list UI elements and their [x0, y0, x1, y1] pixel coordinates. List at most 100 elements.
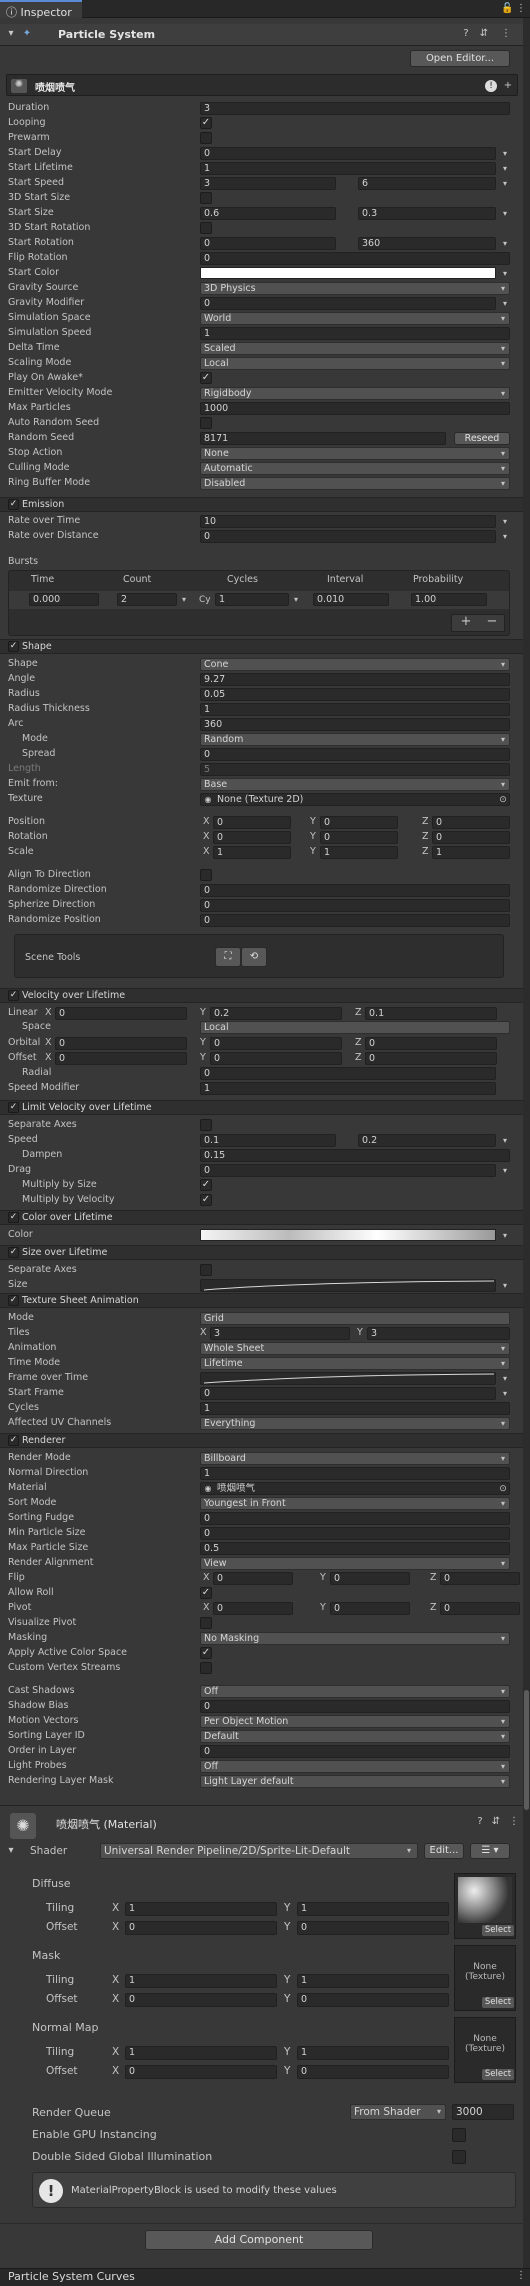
dsgi-checkbox[interactable] — [452, 2150, 466, 2164]
dropdown-arrow-icon[interactable]: ▾ — [500, 1166, 510, 1176]
mode-dropdown[interactable]: Grid — [200, 1312, 510, 1325]
custom-vertex-streams-checkbox[interactable] — [200, 1662, 212, 1674]
burst-cycles-field[interactable]: 1 — [215, 593, 289, 606]
scaling-mode-dropdown[interactable]: Local — [200, 357, 510, 370]
tiling-y-field[interactable]: 1 — [297, 1902, 449, 1916]
offset-y-field[interactable]: 0 — [297, 1921, 449, 1935]
dropdown-arrow-icon[interactable]: ▾ — [498, 389, 508, 399]
sort-mode-dropdown[interactable]: Youngest in Front — [200, 1497, 510, 1510]
min-particle-size-field[interactable]: 0 — [200, 1527, 510, 1540]
edit-shape-icon[interactable]: ⛶ — [215, 947, 241, 967]
max-particles-field[interactable]: 1000 — [200, 402, 510, 415]
pivot-y-field[interactable]: 0 — [330, 1602, 410, 1615]
stop-action-dropdown[interactable]: None — [200, 447, 510, 460]
position-y-field[interactable]: 0 — [320, 816, 398, 829]
scale-y-field[interactable]: 1 — [320, 846, 398, 859]
offset-x-field[interactable]: 0 — [55, 1052, 187, 1065]
shader-dropdown[interactable]: Universal Render Pipeline/2D/Sprite-Lit-… — [100, 1843, 418, 1859]
dropdown-arrow-icon[interactable]: ▾ — [500, 164, 510, 174]
dropdown-arrow-icon[interactable]: ▾ — [498, 1762, 508, 1772]
dropdown-arrow-icon[interactable]: ▾ — [498, 735, 508, 745]
apply-active-color-space-checkbox[interactable]: ✓ — [200, 1647, 212, 1659]
rotation-x-field[interactable]: 0 — [213, 831, 291, 844]
module-enabled-checkbox[interactable]: ✓ — [8, 1295, 19, 1306]
offset-x-field[interactable]: 0 — [125, 1993, 277, 2007]
linear-z-field[interactable]: 0.1 — [365, 1007, 497, 1020]
simulation-space-dropdown[interactable]: World — [200, 312, 510, 325]
shape-dropdown[interactable]: Cone — [200, 658, 510, 671]
cast-shadows-dropdown[interactable]: Off — [200, 1685, 510, 1698]
edit-shader-button[interactable]: Edit... — [424, 1843, 464, 1859]
mask-texture-slot[interactable]: None (Texture) Select — [454, 1945, 516, 2011]
start-delay-field[interactable]: 0 — [200, 147, 496, 160]
length-field[interactable]: 5 — [200, 763, 510, 776]
separate-axes-checkbox[interactable] — [200, 1264, 212, 1276]
duration-field[interactable]: 3 — [200, 102, 510, 115]
dropdown-arrow-icon[interactable]: ▾ — [498, 359, 508, 369]
select-texture-button[interactable]: Select — [481, 1996, 515, 2009]
sorting-fudge-field[interactable]: 0 — [200, 1512, 510, 1525]
mode-dropdown[interactable]: Random — [200, 733, 510, 746]
select-texture-button[interactable]: Select — [481, 1924, 515, 1937]
kebab-menu-icon[interactable]: ⋮ — [515, 3, 527, 15]
prewarm-checkbox[interactable] — [200, 132, 212, 144]
module-enabled-checkbox[interactable]: ✓ — [8, 1247, 19, 1258]
dropdown-arrow-icon[interactable]: ▾ — [500, 1389, 510, 1399]
simulation-speed-field[interactable]: 1 — [200, 327, 510, 340]
flip-x-field[interactable]: 0 — [213, 1572, 293, 1585]
start-color-swatch[interactable] — [200, 267, 496, 279]
dampen-field[interactable]: 0.15 — [200, 1149, 510, 1162]
scale-z-field[interactable]: 1 — [432, 846, 510, 859]
module-enabled-checkbox[interactable]: ✓ — [8, 499, 19, 510]
diffuse-texture-slot[interactable]: Select — [454, 1873, 516, 1939]
add-module-icon[interactable]: + — [502, 80, 514, 92]
add-component-button[interactable]: Add Component — [145, 2230, 373, 2250]
help-icon[interactable]: ? — [460, 28, 472, 40]
shader-menu-icon[interactable]: ☰ ▾ — [470, 1843, 510, 1859]
dropdown-arrow-icon[interactable]: ▾ — [498, 344, 508, 354]
rotation-y-field[interactable]: 0 — [320, 831, 398, 844]
tiling-x-field[interactable]: 1 — [125, 2046, 277, 2060]
dropdown-arrow-icon[interactable]: ▾ — [498, 1419, 508, 1429]
frame-over-time-curve[interactable] — [200, 1372, 496, 1385]
play-on-awake-checkbox[interactable]: ✓ — [200, 372, 212, 384]
dropdown-arrow-icon[interactable]: ▾ — [500, 1281, 510, 1291]
align-to-direction-checkbox[interactable] — [200, 869, 212, 881]
open-editor-button[interactable]: Open Editor... — [410, 50, 510, 67]
start-speed-max-field[interactable]: 6 — [358, 177, 496, 190]
order-in-layer-field[interactable]: 0 — [200, 1745, 510, 1758]
pivot-x-field[interactable]: 0 — [213, 1602, 293, 1615]
pivot-z-field[interactable]: 0 — [440, 1602, 520, 1615]
preset-icon[interactable]: ⇵ — [478, 28, 490, 40]
rendering-layer-mask-dropdown[interactable]: Light Layer default — [200, 1775, 510, 1788]
module-undefined[interactable]: ✓ Shape — [0, 639, 530, 654]
transform-gizmo-icon[interactable]: ⟲ — [241, 947, 267, 967]
tab-inspector[interactable]: ⓘ Inspector — [0, 0, 82, 19]
burst-interval-field[interactable]: 0.010 — [313, 593, 389, 606]
angle-field[interactable]: 9.27 — [200, 673, 510, 686]
emitter-velocity-mode-dropdown[interactable]: Rigidbody — [200, 387, 510, 400]
separate-axes-checkbox[interactable] — [200, 1119, 212, 1131]
dropdown-arrow-icon[interactable]: ▾ — [498, 1634, 508, 1644]
offset-y-field[interactable]: 0 — [297, 1993, 449, 2007]
flip-rotation-field[interactable]: 0 — [200, 252, 510, 265]
tiling-x-field[interactable]: 1 — [125, 1902, 277, 1916]
module-enabled-checkbox[interactable]: ✓ — [8, 641, 19, 652]
module-undefined[interactable]: ✓ Color over Lifetime — [0, 1210, 530, 1225]
remove-burst-button[interactable]: − — [485, 615, 499, 628]
module-enabled-checkbox[interactable]: ✓ — [8, 1212, 19, 1223]
start-size-min-field[interactable]: 0.6 — [200, 207, 336, 220]
burst-row[interactable]: 0.000 2 1 0.010 1.00 ▾ Cy ▾ — [9, 591, 509, 609]
offset-y-field[interactable]: 0 — [210, 1052, 342, 1065]
module-undefined[interactable]: ✓ Limit Velocity over Lifetime — [0, 1100, 530, 1115]
multiply-by-size-checkbox[interactable]: ✓ — [200, 1179, 212, 1191]
cycles-field[interactable]: 1 — [200, 1402, 510, 1415]
module-enabled-checkbox[interactable]: ✓ — [8, 1435, 19, 1446]
dropdown-arrow-icon[interactable]: ▾ — [500, 299, 510, 309]
dropdown-arrow-icon[interactable]: ▾ — [498, 314, 508, 324]
dropdown-arrow-icon[interactable]: ▾ — [498, 1499, 508, 1509]
reseed-button[interactable]: Reseed — [454, 432, 510, 445]
rate-over-distance-field[interactable]: 0 — [200, 530, 496, 543]
dropdown-arrow-icon[interactable]: ▾ — [498, 284, 508, 294]
tiling-y-field[interactable]: 1 — [297, 2046, 449, 2060]
